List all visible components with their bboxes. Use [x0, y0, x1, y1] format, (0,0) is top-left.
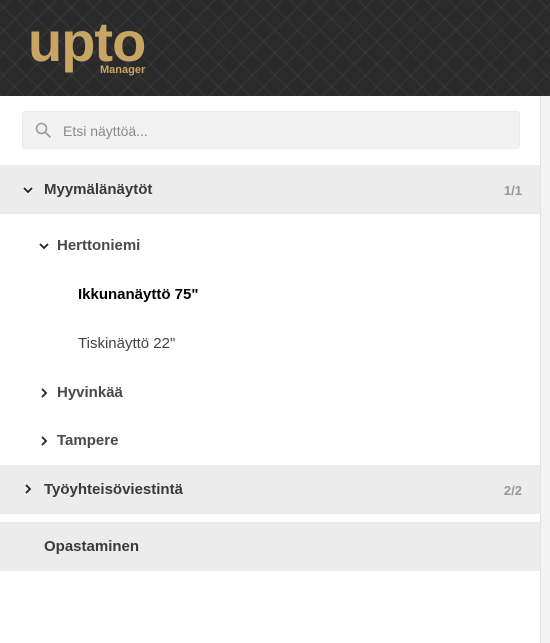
tree-item-label: Herttoniemi: [57, 237, 141, 254]
tree-section-tyoyhteisoviestinta[interactable]: Työyhteisöviestintä 2/2: [0, 465, 540, 514]
chevron-right-icon[interactable]: [38, 435, 50, 447]
tree-leaf-tiskinaytto[interactable]: Tiskinäyttö 22": [0, 326, 540, 362]
chevron-down-icon[interactable]: [22, 184, 34, 196]
section-label: Työyhteisöviestintä: [44, 481, 183, 498]
search-box[interactable]: [22, 111, 520, 150]
tree-section-myymalanaytot[interactable]: Myymälänäytöt 1/1: [0, 165, 540, 214]
tree-item-hyvinkaa[interactable]: Hyvinkää: [0, 375, 540, 411]
chevron-down-icon[interactable]: [38, 240, 50, 252]
section-count: 2/2: [503, 483, 522, 498]
tree-leaf-label: Ikkunanäyttö 75": [78, 286, 199, 303]
search-input[interactable]: [61, 112, 515, 150]
section-label: Myymälänäytöt: [44, 181, 153, 198]
section-label: Opastaminen: [44, 538, 140, 555]
tree-item-tampere[interactable]: Tampere: [0, 423, 540, 459]
section-count: 1/1: [503, 183, 522, 198]
app-header: upto Manager: [0, 0, 550, 96]
tree-item-label: Tampere: [57, 432, 119, 449]
search-icon: [35, 122, 51, 138]
upto-logo[interactable]: upto Manager: [28, 10, 158, 80]
tree-item-herttoniemi[interactable]: Herttoniemi: [0, 228, 540, 264]
tree-leaf-label: Tiskinäyttö 22": [78, 335, 176, 352]
chevron-right-icon[interactable]: [38, 387, 50, 399]
chevron-right-icon[interactable]: [22, 483, 34, 495]
tree-leaf-ikkunanaytto[interactable]: Ikkunanäyttö 75": [0, 277, 540, 313]
tree-section-opastaminen[interactable]: Opastaminen: [0, 522, 540, 571]
logo-subtitle: Manager: [100, 64, 146, 76]
tree-item-label: Hyvinkää: [57, 384, 123, 401]
scrollbar[interactable]: [540, 96, 550, 643]
